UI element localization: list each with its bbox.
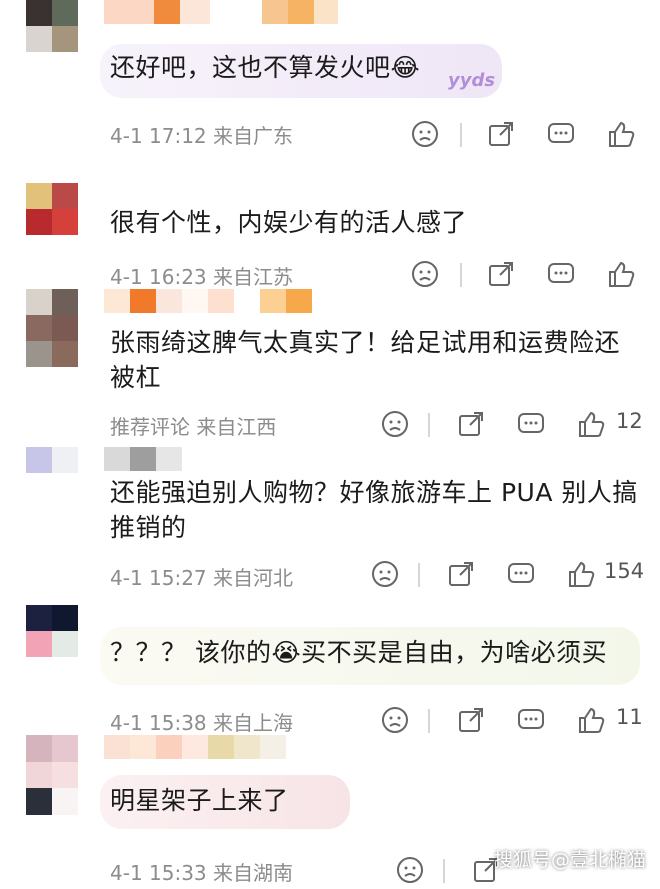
dislike-face-icon[interactable] [395,855,425,885]
dislike-face-icon[interactable] [370,559,400,589]
avatar[interactable] [26,289,78,367]
sticker-label: yyds [448,70,496,91]
comment-actions: 154 [370,559,644,593]
like-thumb-icon[interactable] [566,559,596,589]
like-count: 12 [616,409,643,433]
dislike-face-icon[interactable] [380,409,410,439]
comment-actions: 11 [380,705,650,739]
like-thumb-icon[interactable] [576,705,606,735]
comment-meta: 4-1 15:38 来自上海 [110,711,294,735]
share-icon[interactable] [456,409,486,439]
dislike-face-icon[interactable] [410,259,440,289]
like-thumb-icon[interactable] [606,259,636,289]
divider [428,709,430,733]
watermark: 搜狐号@壹北椭猫 [493,849,646,871]
avatar[interactable] [26,183,78,235]
comment-meta: 4-1 16:23 来自江苏 [110,265,294,289]
comment-icon[interactable] [546,259,576,289]
username-mosaic[interactable] [104,447,182,471]
username-mosaic[interactable] [104,735,286,759]
username-mosaic[interactable] [104,289,312,313]
comment-text: 张雨绮这脾气太真实了！给足试用和运费险还被杠 [110,328,621,392]
comment-icon[interactable] [546,119,576,149]
comment-actions [410,259,660,293]
share-icon[interactable] [486,119,516,149]
avatar[interactable] [26,605,78,657]
comment-text: ？？？ 该你的😭买不买是自由，为啥必须买 [110,638,608,667]
share-icon[interactable] [456,705,486,735]
avatar[interactable] [26,735,78,815]
dislike-face-icon[interactable] [410,119,440,149]
divider [460,123,462,147]
divider [428,413,430,437]
comment-icon[interactable] [516,705,546,735]
like-thumb-icon[interactable] [576,409,606,439]
like-thumb-icon[interactable] [606,119,636,149]
comment-meta: 4-1 15:33 来自湖南 [110,861,294,885]
avatar[interactable] [26,0,78,52]
comment-icon[interactable] [506,559,536,589]
comment-text: 还能强迫别人购物？好像旅游车上 PUA 别人搞推销的 [110,478,638,542]
divider [443,859,445,883]
comment-meta: 推荐评论 来自江西 [110,415,277,439]
comment-meta: 4-1 15:27 来自河北 [110,566,294,590]
username-mosaic[interactable] [104,0,338,24]
comment-icon[interactable] [516,409,546,439]
avatar[interactable] [26,447,78,499]
comment-text: 还好吧，这也不算发火吧😂 [110,53,421,82]
divider [418,563,420,587]
share-icon[interactable] [446,559,476,589]
comment-text: 明星架子上来了 [110,786,289,815]
like-count: 11 [616,705,643,729]
dislike-face-icon[interactable] [380,705,410,735]
comment-actions: 12 [380,409,650,443]
share-icon[interactable] [486,259,516,289]
comment-meta: 4-1 17:12 来自广东 [110,124,294,148]
divider [460,263,462,287]
like-count: 154 [604,559,645,583]
comment-actions [410,119,660,153]
comment-text: 很有个性，内娱少有的活人感了 [110,208,468,237]
